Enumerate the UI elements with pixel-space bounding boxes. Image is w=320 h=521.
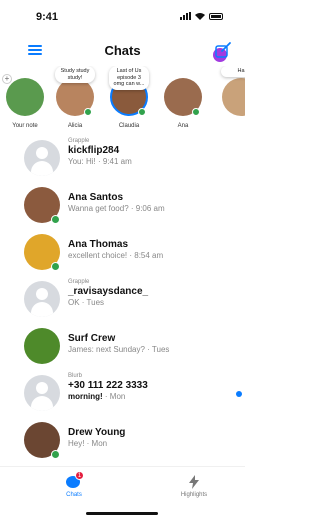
chat-preview-time: · Mon <box>102 392 126 401</box>
online-indicator <box>51 450 60 459</box>
chat-name: Surf Crew <box>68 333 116 344</box>
chat-preview: OK · Tues <box>68 298 105 307</box>
online-indicator <box>84 108 92 116</box>
status-icons <box>180 12 223 20</box>
online-indicator <box>192 108 200 116</box>
battery-icon <box>209 12 223 20</box>
chat-text: Drew Young Hey! · Mon <box>68 427 228 449</box>
chat-row[interactable]: Ana Thomas excellent choice! · 8:54 am <box>0 230 245 276</box>
chat-row[interactable]: Surf Crew James: next Sunday? · Tues <box>0 324 245 370</box>
tab-chats[interactable]: 1 Chats <box>34 471 114 498</box>
signal-icon <box>180 12 191 20</box>
chat-source: Grapple <box>68 138 90 144</box>
home-indicator <box>86 512 158 515</box>
header: Chats <box>0 36 245 64</box>
chat-name: +30 111 222 3333 <box>68 380 148 391</box>
chat-preview: James: next Sunday? · Tues <box>68 345 170 354</box>
chat-name: Drew Young <box>68 427 126 438</box>
story-note: Study study study! <box>55 66 95 83</box>
story-ana[interactable]: Ana <box>158 66 208 136</box>
chat-preview: You: Hi! · 9:41 am <box>68 157 132 166</box>
online-indicator <box>138 108 146 116</box>
story-note: Ha <box>221 66 245 77</box>
tab-highlights[interactable]: Highlights <box>154 475 234 498</box>
chat-row[interactable]: Ana Santos Wanna get food? · 9:06 am <box>0 183 245 229</box>
story-claudia[interactable]: Last of Us episode 3 omg can w... Claudia <box>104 66 154 136</box>
story-name: Ana <box>177 123 189 129</box>
chat-text: Grapple _ravisaysdance_ OK · Tues <box>68 278 228 308</box>
story-item-4[interactable]: Ha <box>216 66 245 136</box>
chat-row[interactable]: Grapple kickflip284 You: Hi! · 9:41 am <box>0 136 245 182</box>
chat-name: kickflip284 <box>68 145 120 156</box>
avatar <box>24 375 60 411</box>
unread-indicator <box>236 391 242 397</box>
chat-preview: morning! · Mon <box>68 392 228 402</box>
compose-button[interactable] <box>211 40 233 62</box>
chat-preview: Wanna get food? · 9:06 am <box>68 204 165 213</box>
chat-text: Grapple kickflip284 You: Hi! · 9:41 am <box>68 137 228 167</box>
chats-icon: 1 <box>66 471 84 489</box>
chat-preview-bold: morning! <box>68 392 103 401</box>
story-name: Your note <box>12 123 38 129</box>
chat-preview: excellent choice! · 8:54 am <box>68 251 164 260</box>
story-name: Claudia <box>118 123 140 129</box>
page-title: Chats <box>104 43 141 58</box>
tab-chats-label: Chats <box>66 492 82 498</box>
wifi-icon <box>195 13 205 20</box>
online-indicator <box>51 215 60 224</box>
story-alicia[interactable]: Study study study! Alicia <box>50 66 100 136</box>
chat-text: Blurb +30 111 222 3333 morning! · Mon <box>68 372 228 402</box>
tab-highlights-label: Highlights <box>180 492 208 498</box>
status-bar: 9:41 <box>0 0 245 34</box>
story-name: Alicia <box>67 123 83 129</box>
chat-name: _ravisaysdance_ <box>68 286 149 297</box>
lightning-icon <box>189 475 199 489</box>
avatar <box>24 281 60 317</box>
add-note-icon[interactable]: + <box>2 74 12 84</box>
avatar <box>222 78 245 116</box>
online-indicator <box>51 262 60 271</box>
chat-text: Ana Thomas excellent choice! · 8:54 am <box>68 239 228 261</box>
status-time: 9:41 <box>36 11 59 23</box>
chat-preview: Hey! · Mon <box>68 439 108 448</box>
story-note: Last of Us episode 3 omg can w... <box>109 66 149 90</box>
chat-row[interactable]: Drew Young Hey! · Mon <box>0 418 245 464</box>
story-your-note[interactable]: + Your note <box>0 66 50 136</box>
chat-row[interactable]: Grapple _ravisaysdance_ OK · Tues <box>0 277 245 323</box>
stories-row: + Your note Study study study! Alicia Last o… <box>0 66 245 136</box>
chat-source: Grapple <box>68 279 90 285</box>
chat-text: Surf Crew James: next Sunday? · Tues <box>68 333 228 355</box>
avatar <box>24 140 60 176</box>
chat-text: Ana Santos Wanna get food? · 9:06 am <box>68 192 228 214</box>
chat-name: Ana Thomas <box>68 239 129 250</box>
chats-badge: 1 <box>75 471 84 480</box>
avatar <box>24 328 60 364</box>
avatar <box>6 78 44 116</box>
compose-icon <box>215 42 231 58</box>
chat-source: Blurb <box>68 373 83 379</box>
chat-row[interactable]: Blurb +30 111 222 3333 morning! · Mon <box>0 371 245 417</box>
chat-name: Ana Santos <box>68 192 124 203</box>
